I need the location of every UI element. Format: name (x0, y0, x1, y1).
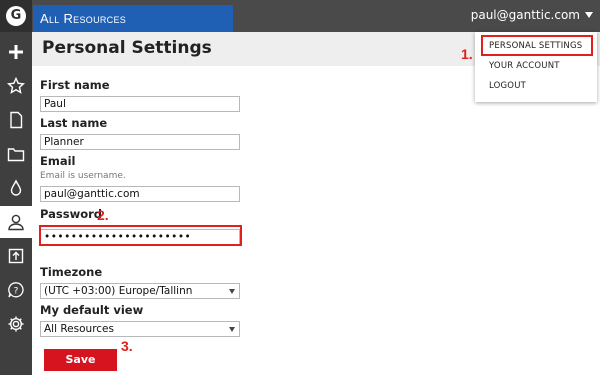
email-input[interactable] (40, 186, 240, 202)
top-bar: G All Resources paul@ganttic.com (0, 0, 600, 32)
sidebar-item-folders[interactable] (0, 138, 32, 170)
plus-icon (9, 45, 23, 59)
select-arrow-icon (229, 289, 235, 294)
page-title: Personal Settings (42, 38, 212, 58)
upload-icon (8, 248, 24, 264)
logo-icon: G (6, 6, 26, 26)
sidebar-item-user[interactable] (0, 206, 32, 238)
personal-settings-form: First name Last name Email Email is user… (40, 78, 250, 337)
sidebar-item-documents[interactable] (0, 104, 32, 136)
annotation-step-3: 3. (121, 338, 133, 354)
timezone-select[interactable]: (UTC +03:00) Europe/Tallinn (40, 283, 240, 299)
menu-item-your-account[interactable]: YOUR ACCOUNT (489, 61, 560, 71)
user-email: paul@ganttic.com (470, 8, 580, 22)
app-logo[interactable]: G (0, 0, 32, 32)
timezone-label: Timezone (40, 265, 103, 279)
sidebar-item-favorites[interactable] (0, 70, 32, 102)
drop-icon (10, 179, 22, 196)
folder-icon (7, 148, 25, 162)
first-name-label: First name (40, 78, 110, 92)
highlight-personal-settings (481, 35, 593, 56)
select-arrow-icon (229, 327, 235, 332)
timezone-value: (UTC +03:00) Europe/Tallinn (44, 285, 193, 297)
save-button[interactable]: Save (44, 349, 117, 371)
highlight-password-field (39, 225, 242, 246)
password-label: Password (40, 207, 102, 221)
default-view-select[interactable]: All Resources (40, 321, 240, 337)
first-name-input[interactable] (40, 96, 240, 112)
sidebar-item-drop[interactable] (0, 172, 32, 204)
default-view-value: All Resources (44, 323, 114, 335)
email-hint: Email is username. (40, 171, 126, 181)
sidebar-item-add[interactable] (0, 36, 32, 68)
svg-text:?: ? (14, 287, 19, 297)
help-icon: ? (8, 282, 24, 298)
user-menu[interactable]: paul@ganttic.com (471, 8, 593, 22)
sidebar-item-upload[interactable] (0, 240, 32, 272)
default-view-label: My default view (40, 303, 144, 317)
menu-item-logout[interactable]: LOGOUT (489, 81, 526, 91)
sidebar: ? (0, 32, 32, 375)
sidebar-item-settings[interactable] (0, 308, 32, 340)
gear-icon (8, 316, 24, 332)
annotation-step-2: 2. (97, 207, 109, 223)
chevron-down-icon (585, 12, 593, 18)
star-icon (7, 77, 25, 94)
last-name-input[interactable] (40, 134, 240, 150)
email-label: Email (40, 154, 76, 168)
view-tab-all-resources[interactable]: All Resources (33, 5, 233, 32)
sidebar-item-help[interactable]: ? (0, 274, 32, 306)
annotation-step-1: 1. (461, 46, 473, 62)
last-name-label: Last name (40, 116, 108, 130)
document-icon (10, 111, 23, 129)
user-icon (8, 214, 24, 231)
